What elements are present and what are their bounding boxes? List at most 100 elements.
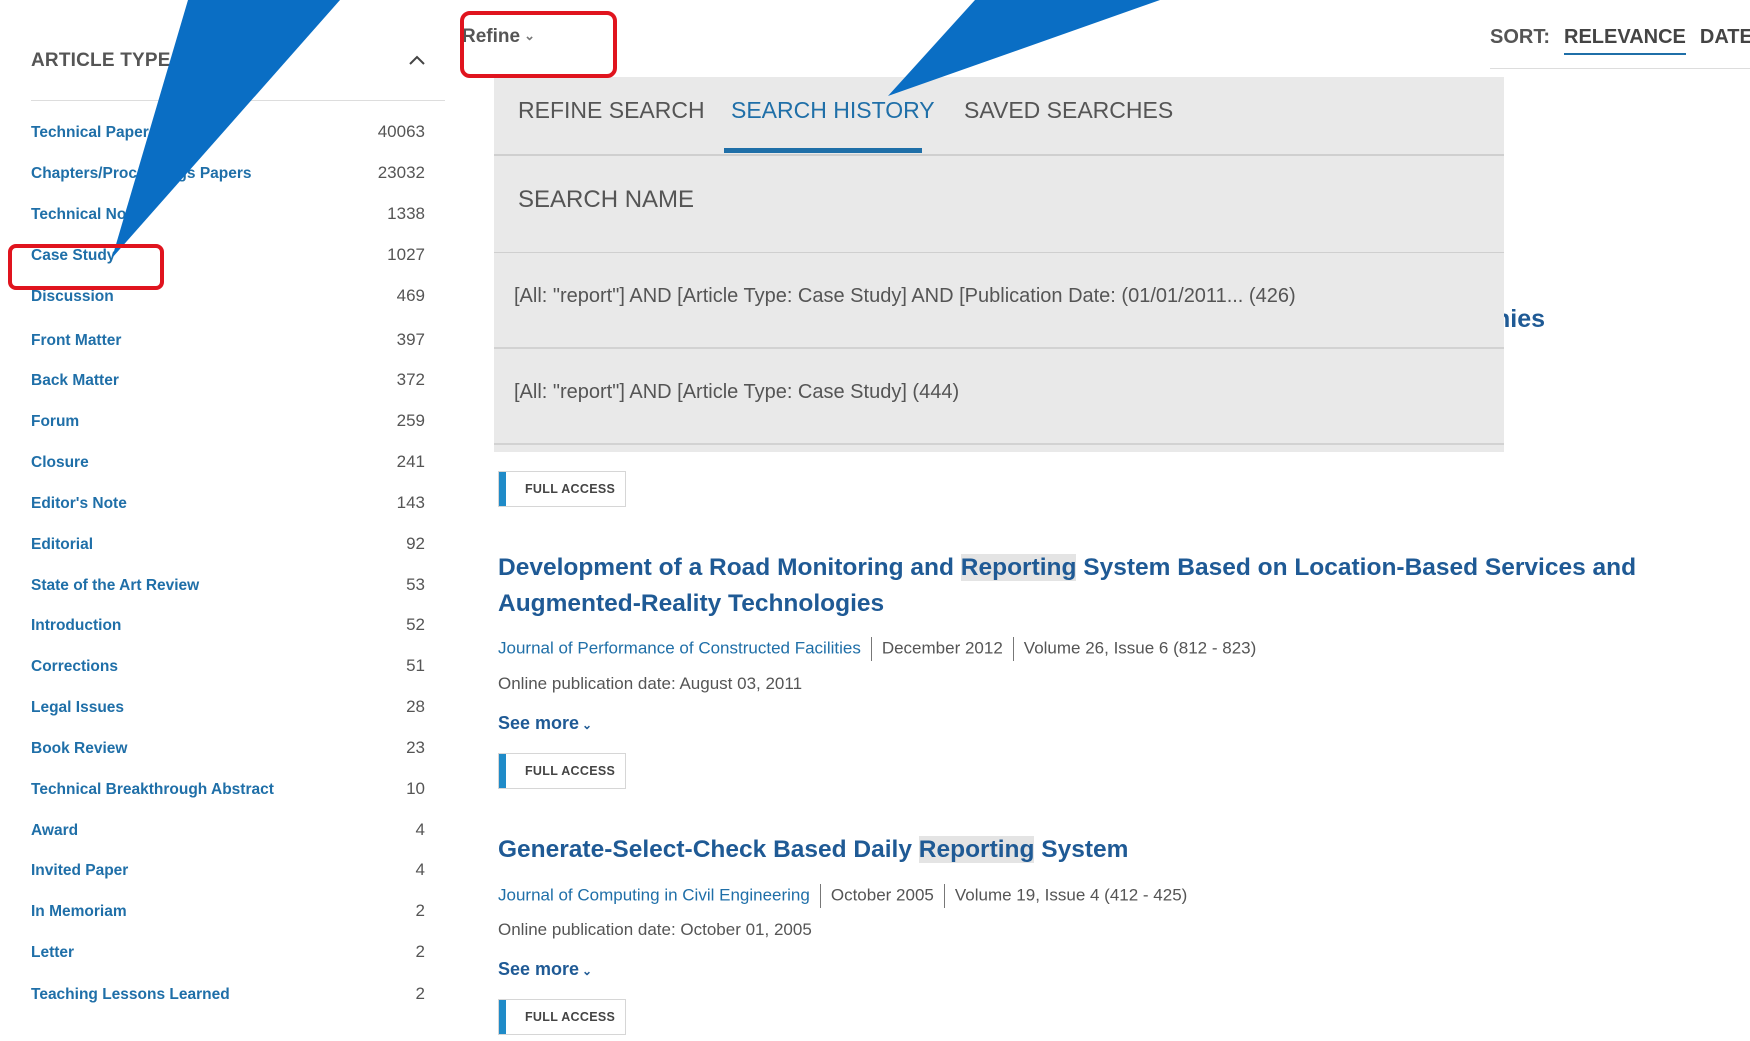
issue-date: October 2005 [830, 885, 934, 905]
search-name-header: SEARCH NAME [518, 186, 695, 213]
filter-item[interactable]: Invited Paper 4 [31, 860, 431, 886]
filter-item[interactable]: State of the Art Review 53 [31, 575, 431, 601]
result-title[interactable]: Generate-Select-Check Based Daily Report… [498, 832, 1728, 868]
divider [819, 884, 821, 908]
history-query[interactable]: [All: "report"] AND [Article Type: Case … [514, 285, 1296, 308]
sort-date[interactable]: DATE [1700, 26, 1750, 48]
filter-label[interactable]: Chapters/Proceedings Papers [31, 165, 252, 183]
title-highlight[interactable]: Reporting [918, 836, 1035, 863]
result-title[interactable]: Development of a Road Monitoring and Rep… [498, 550, 1728, 622]
filter-item[interactable]: Technical Breakthrough Abstract 10 [31, 779, 431, 805]
divider [1012, 637, 1014, 661]
issue-date: December 2012 [881, 638, 1003, 658]
filter-label[interactable]: Invited Paper [31, 862, 128, 880]
filter-item[interactable]: Book Review 23 [31, 738, 431, 764]
filter-label[interactable]: Front Matter [31, 332, 121, 350]
filter-label[interactable]: Technical Note [31, 206, 140, 224]
filter-item[interactable]: Editorial 92 [31, 534, 431, 560]
title-highlight[interactable]: Reporting [960, 554, 1077, 581]
filter-label[interactable]: State of the Art Review [31, 577, 199, 595]
full-access-badge: FULL ACCESS [498, 999, 626, 1035]
badge-accent [499, 754, 506, 788]
tab-refine-search[interactable]: REFINE SEARCH [518, 97, 705, 124]
filter-item[interactable]: Corrections 51 [31, 656, 431, 682]
filter-label[interactable]: Book Review [31, 740, 127, 758]
journal-link[interactable]: Journal of Computing in Civil Engineerin… [498, 885, 810, 904]
see-more-button[interactable]: See more ⌄ [498, 713, 592, 734]
filter-label[interactable]: Closure [31, 454, 89, 472]
divider [31, 100, 445, 101]
filter-count: 23032 [377, 163, 425, 182]
filter-label[interactable]: Case Study [31, 247, 115, 265]
filter-count: 241 [396, 452, 425, 471]
filter-count: 52 [406, 615, 425, 634]
tab-saved-searches[interactable]: SAVED SEARCHES [964, 97, 1173, 124]
filter-label[interactable]: Back Matter [31, 372, 119, 390]
filter-item[interactable]: Discussion 469 [31, 286, 431, 312]
filter-count: 53 [406, 575, 425, 594]
journal-link[interactable]: Journal of Performance of Constructed Fa… [498, 638, 861, 657]
filter-label[interactable]: In Memoriam [31, 903, 127, 921]
title-text[interactable]: Development of a Road Monitoring and [498, 554, 961, 581]
sort-relevance[interactable]: RELEVANCE [1564, 26, 1686, 55]
filter-label[interactable]: Technical Breakthrough Abstract [31, 781, 274, 799]
chevron-up-icon[interactable] [407, 50, 427, 70]
volume-info: Volume 19, Issue 4 (412 - 425) [954, 885, 1188, 905]
divider [1490, 68, 1750, 69]
filter-label[interactable]: Corrections [31, 658, 118, 676]
filter-label[interactable]: Legal Issues [31, 699, 124, 717]
filter-label[interactable]: Technical Papers [31, 124, 157, 142]
refine-button[interactable]: Refine ⌄ [462, 26, 535, 48]
refine-dropdown-panel: REFINE SEARCH SEARCH HISTORY SAVED SEARC… [494, 77, 1504, 452]
chevron-down-icon: ⌄ [524, 28, 535, 43]
badge-label: FULL ACCESS [525, 764, 616, 778]
filter-item[interactable]: Chapters/Proceedings Papers 23032 [31, 163, 431, 189]
online-date: Online publication date: August 03, 2011 [498, 674, 803, 693]
filter-count: 1027 [387, 245, 425, 264]
filter-count: 40063 [377, 122, 425, 141]
filter-label[interactable]: Editor's Note [31, 495, 127, 513]
filter-label[interactable]: Award [31, 822, 78, 840]
filter-item[interactable]: Closure 241 [31, 452, 431, 478]
filter-label[interactable]: Introduction [31, 617, 121, 635]
chevron-down-icon: ⌄ [582, 964, 593, 978]
filter-item[interactable]: Teaching Lessons Learned 2 [31, 984, 431, 1010]
title-text[interactable]: Generate-Select-Check Based Daily [498, 836, 919, 863]
result-meta: Journal of Performance of Constructed Fa… [498, 637, 1256, 661]
result-meta: Journal of Computing in Civil Engineerin… [498, 884, 1187, 908]
tab-search-history[interactable]: SEARCH HISTORY [731, 97, 935, 124]
filter-label[interactable]: Letter [31, 944, 74, 962]
filter-item[interactable]: Award 4 [31, 820, 431, 846]
filter-label[interactable]: Teaching Lessons Learned [31, 986, 230, 1004]
see-more-button[interactable]: See more ⌄ [498, 959, 592, 980]
see-more-label[interactable]: See more [498, 713, 579, 733]
filter-item[interactable]: Forum 259 [31, 411, 431, 437]
filter-count: 397 [396, 330, 425, 349]
filter-item[interactable]: Technical Note 1338 [31, 204, 431, 230]
filter-item[interactable]: Front Matter 397 [31, 330, 431, 356]
filter-item[interactable]: In Memoriam 2 [31, 901, 431, 927]
sort-control: SORT: RELEVANCE DATE [1490, 26, 1750, 55]
filter-count: 2 [415, 901, 425, 920]
filter-item[interactable]: Introduction 52 [31, 615, 431, 641]
filter-label[interactable]: Editorial [31, 536, 93, 554]
filter-item[interactable]: Legal Issues 28 [31, 697, 431, 723]
history-query[interactable]: [All: "report"] AND [Article Type: Case … [514, 381, 959, 404]
history-item[interactable]: [All: "report"] AND [Article Type: Case … [494, 348, 1504, 445]
filter-label[interactable]: Forum [31, 413, 79, 431]
badge-accent [499, 472, 506, 506]
search-name-header-row: SEARCH NAME [494, 156, 1504, 253]
history-item[interactable]: [All: "report"] AND [Article Type: Case … [494, 252, 1504, 349]
filter-item[interactable]: Technical Papers 40063 [31, 122, 431, 148]
filter-label[interactable]: Discussion [31, 288, 114, 306]
filter-item[interactable]: Letter 2 [31, 942, 431, 968]
filter-item[interactable]: Editor's Note 143 [31, 493, 431, 519]
filter-heading: ARTICLE TYPE [31, 50, 171, 71]
title-text[interactable]: System [1034, 836, 1128, 863]
filter-item-case-study[interactable]: Case Study 1027 [31, 245, 431, 271]
panel-tabs: REFINE SEARCH SEARCH HISTORY SAVED SEARC… [494, 77, 1504, 156]
filter-count: 469 [396, 286, 425, 305]
filter-item[interactable]: Back Matter 372 [31, 370, 431, 396]
see-more-label[interactable]: See more [498, 959, 579, 979]
filter-count: 372 [396, 370, 425, 389]
